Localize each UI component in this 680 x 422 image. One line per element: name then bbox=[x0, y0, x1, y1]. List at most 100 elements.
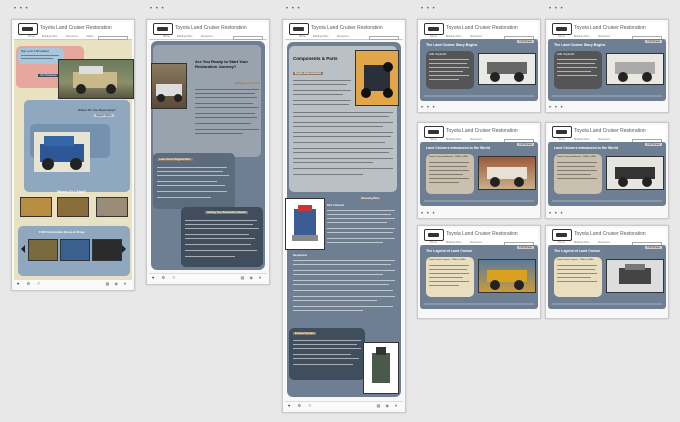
search-topics-button[interactable]: Search Topics bbox=[94, 114, 114, 117]
nav-bar: Home Building Parts Resources bbox=[149, 35, 267, 40]
exhaust-photo bbox=[363, 342, 399, 394]
story-heading: The Land Cruiser Story Begins bbox=[554, 43, 606, 47]
nav-resources[interactable]: Resources bbox=[337, 35, 349, 38]
nav-parts[interactable]: Building Parts bbox=[313, 35, 328, 38]
next-arrow-icon[interactable] bbox=[122, 245, 126, 253]
intro-heading: Land Cruisers Introduced to the World bbox=[554, 146, 618, 150]
join-button[interactable]: Join Newsletter bbox=[38, 74, 60, 77]
card-legend-2: Toyota Land Cruiser Restoration Home Buil… bbox=[545, 225, 669, 319]
blog-thumb-3[interactable] bbox=[92, 239, 122, 261]
footer-icons[interactable]: ♥ ⚙ ⚐ bbox=[152, 275, 179, 280]
intro-photo bbox=[606, 156, 664, 190]
nav-parts[interactable]: Building Parts bbox=[574, 138, 589, 141]
nav-home[interactable]: Home bbox=[299, 35, 306, 38]
blog-thumb-1[interactable] bbox=[28, 239, 58, 261]
page-title: Toyota Land Cruiser Restoration bbox=[311, 25, 383, 31]
thumb-engine[interactable] bbox=[20, 197, 52, 217]
journey-content: Are You Ready to Start Your Restoration … bbox=[151, 41, 265, 270]
nav-home[interactable]: Home bbox=[163, 35, 170, 38]
thumb-body[interactable] bbox=[96, 197, 128, 217]
legend-heading: The Legend of Land Cruiser bbox=[554, 249, 601, 253]
getting-started-panel bbox=[181, 207, 263, 267]
timeline-bar[interactable] bbox=[552, 303, 662, 305]
fj40-truck-icon bbox=[73, 66, 117, 94]
prev-arrow-icon[interactable] bbox=[21, 245, 25, 253]
choosing-parts-tag: Choosing Parts bbox=[359, 197, 382, 200]
home-content: Sign up for FJ40 updates Join Newsletter… bbox=[14, 40, 134, 279]
nav-parts[interactable]: Building Parts bbox=[177, 35, 192, 38]
nav-parts[interactable]: Building Parts bbox=[42, 35, 57, 38]
legend-caption: Land Cruiser Legend – 1960 to 1980s bbox=[429, 259, 466, 261]
nav-home[interactable]: Home bbox=[558, 241, 565, 244]
search-input[interactable] bbox=[369, 35, 399, 40]
full-screen-button[interactable]: Full Screen bbox=[645, 40, 662, 43]
window-dots[interactable]: • • • bbox=[549, 6, 564, 12]
timeline-bar[interactable] bbox=[424, 303, 534, 305]
footer-controls[interactable]: ▦ ◉ ▼ bbox=[377, 403, 400, 408]
card-dots[interactable]: • • • bbox=[421, 105, 436, 111]
fj40-photo bbox=[58, 59, 134, 99]
original-parts-heading: Learn About Original Parts bbox=[157, 158, 193, 161]
nav-resources[interactable]: Resources bbox=[598, 35, 610, 38]
nav-home[interactable]: Home bbox=[558, 35, 565, 38]
nav-home[interactable]: Home bbox=[430, 138, 437, 141]
thumb-interior[interactable] bbox=[57, 197, 89, 217]
page-title: Toyota Land Cruiser Restoration bbox=[446, 128, 518, 134]
nav-resources[interactable]: Resources bbox=[66, 35, 78, 38]
intro-caption: Land Cruiser Introduced – 1960 to 1968 bbox=[429, 156, 468, 158]
window-dots[interactable]: • • • bbox=[286, 6, 301, 12]
nav-resources[interactable]: Resources bbox=[470, 241, 482, 244]
nav-home[interactable]: Home bbox=[430, 241, 437, 244]
logo-icon bbox=[552, 23, 572, 35]
full-screen-button[interactable]: Full Screen bbox=[517, 40, 534, 43]
nav-home[interactable]: Home bbox=[430, 35, 437, 38]
nav-resources[interactable]: Resources bbox=[470, 138, 482, 141]
intro-text-panel: Land Cruiser Introduced – 1960 to 1968 bbox=[426, 154, 474, 194]
window-dots[interactable]: • • • bbox=[421, 6, 436, 12]
budget-heading: Budgeting and Costs bbox=[235, 82, 261, 85]
card-dots[interactable]: • • • bbox=[421, 211, 436, 217]
card-intro-1: Toyota Land Cruiser Restoration Home Buil… bbox=[417, 122, 541, 219]
search-input[interactable] bbox=[233, 35, 263, 40]
nav-resources[interactable]: Resources bbox=[598, 138, 610, 141]
card-story-2: Toyota Land Cruiser Restoration Home Buil… bbox=[545, 19, 669, 113]
full-screen-button[interactable]: Full Screen bbox=[517, 143, 534, 146]
timeline-bar[interactable] bbox=[424, 95, 534, 97]
page-header: Toyota Land Cruiser Restoration bbox=[548, 125, 666, 139]
timeline-bar[interactable] bbox=[552, 95, 662, 97]
footer-controls[interactable]: ▦ ◉ ▼ bbox=[241, 275, 264, 280]
logo-icon bbox=[552, 229, 572, 241]
full-screen-button[interactable]: Full Screen bbox=[517, 246, 534, 249]
nav-home[interactable]: Home bbox=[558, 138, 565, 141]
legend-photo bbox=[478, 259, 536, 293]
nav-home[interactable]: Home bbox=[28, 35, 35, 38]
nav-resources[interactable]: Resources bbox=[470, 35, 482, 38]
card-legend-1: Toyota Land Cruiser Restoration Home Buil… bbox=[417, 225, 541, 319]
card-dots[interactable]: • • • bbox=[549, 105, 564, 111]
window-dots[interactable]: • • • bbox=[14, 6, 29, 12]
nav-parts[interactable]: Building Parts bbox=[574, 35, 589, 38]
blue-truck-icon bbox=[40, 136, 84, 170]
timeline-bar[interactable] bbox=[424, 200, 534, 202]
nav-parts[interactable]: Building Parts bbox=[446, 138, 461, 141]
timeline-bar[interactable] bbox=[552, 200, 662, 202]
components-content: Components & Parts Engine Improvements C… bbox=[285, 42, 401, 397]
nav-parts[interactable]: Building Parts bbox=[446, 241, 461, 244]
story-date: 1951 Toyota BJ bbox=[557, 53, 575, 56]
full-screen-button[interactable]: Full Screen bbox=[645, 143, 662, 146]
footer-icons[interactable]: ♥ ⚙ ⚐ bbox=[17, 281, 44, 286]
legend-text-panel: Land Cruiser Legend – 1960 to 1980s bbox=[426, 257, 474, 297]
thumb-label-engine: Engine Restoration bbox=[20, 216, 38, 218]
window-dots[interactable]: • • • bbox=[150, 6, 165, 12]
nav-parts[interactable]: Building Parts bbox=[574, 241, 589, 244]
nav-parts[interactable]: Building Parts bbox=[446, 35, 461, 38]
nav-gallery[interactable]: Gallery bbox=[86, 35, 94, 38]
nav-resources[interactable]: Resources bbox=[201, 35, 213, 38]
story-photo bbox=[478, 53, 536, 85]
nav-resources[interactable]: Resources bbox=[598, 241, 610, 244]
card-dots[interactable]: • • • bbox=[549, 211, 564, 217]
footer-controls[interactable]: ▦ ◉ ▼ bbox=[106, 281, 129, 286]
footer-icons[interactable]: ♥ ⚙ ⚐ bbox=[288, 403, 315, 408]
blog-thumb-2[interactable] bbox=[60, 239, 90, 261]
full-screen-button[interactable]: Full Screen bbox=[645, 246, 662, 249]
